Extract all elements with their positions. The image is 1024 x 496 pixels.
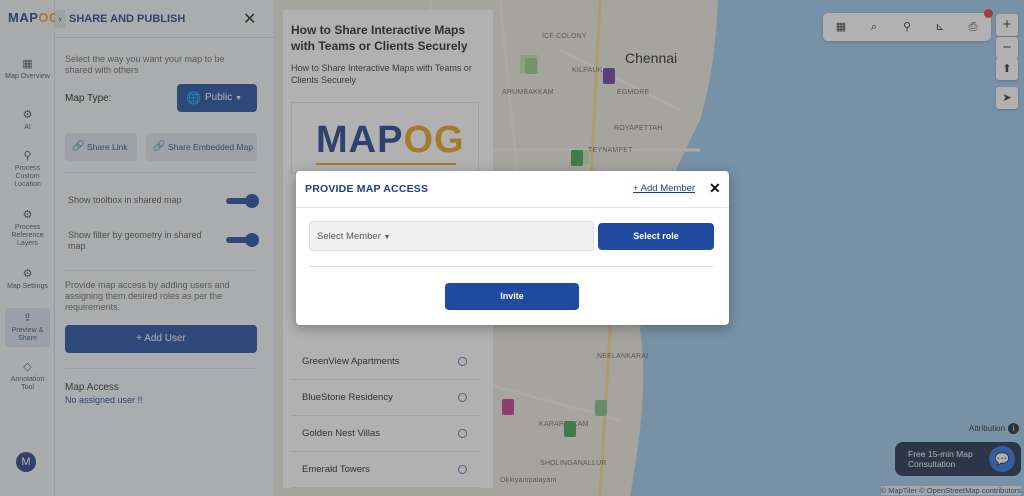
close-icon[interactable]: ✕ xyxy=(709,180,721,197)
divider xyxy=(309,266,714,267)
caret-down-icon: ▼ xyxy=(383,234,391,241)
modal-title: PROVIDE MAP ACCESS xyxy=(305,183,429,195)
map-access-modal: PROVIDE MAP ACCESS + Add Member ✕ Select… xyxy=(296,171,729,325)
add-member-link[interactable]: + Add Member xyxy=(633,183,695,194)
divider xyxy=(296,207,729,208)
select-role-button[interactable]: Select role xyxy=(598,223,714,250)
invite-button[interactable]: Invite xyxy=(445,283,579,310)
select-member-dropdown[interactable]: Select Member ▼ xyxy=(309,221,594,251)
